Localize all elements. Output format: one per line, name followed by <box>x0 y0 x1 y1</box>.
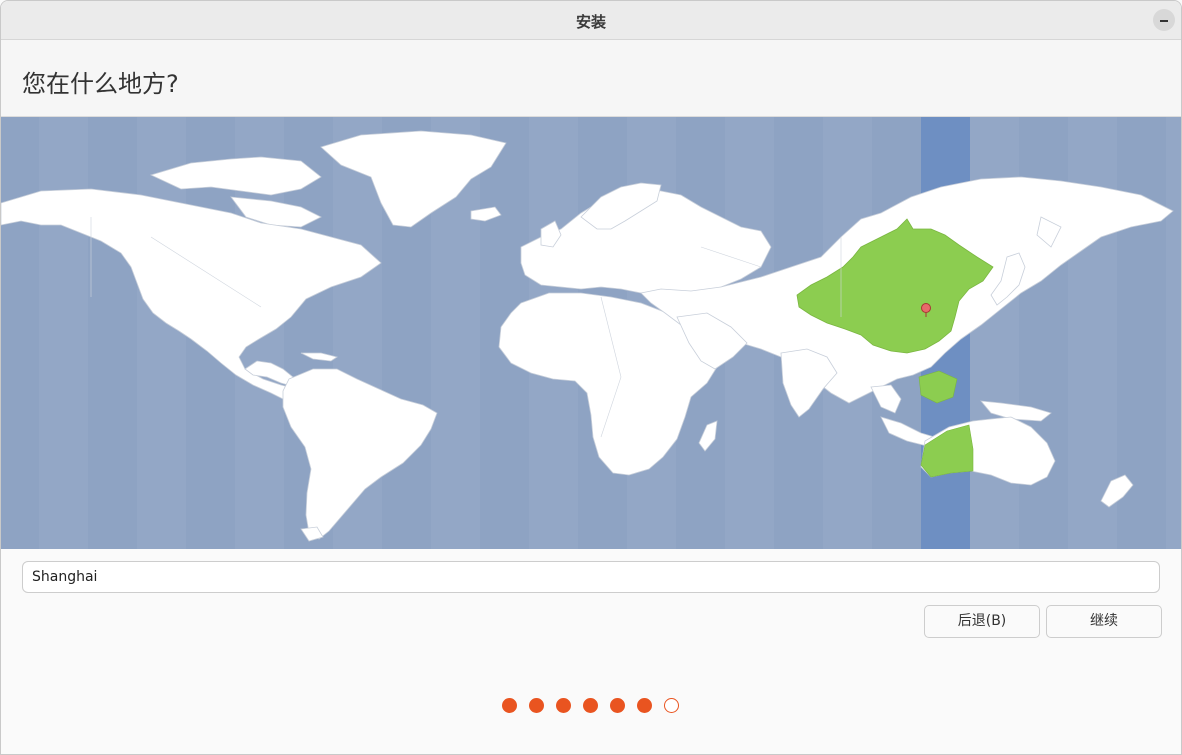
title-bar: 安装 <box>1 1 1181 40</box>
page-header: 您在什么地方? <box>1 40 1181 117</box>
back-button[interactable]: 后退(B) <box>924 605 1040 638</box>
world-map[interactable] <box>1 117 1182 549</box>
minimize-icon <box>1160 20 1168 22</box>
progress-dot <box>610 698 625 713</box>
minimize-button[interactable] <box>1153 9 1175 31</box>
continue-button[interactable]: 继续 <box>1046 605 1162 638</box>
location-input[interactable] <box>22 561 1160 593</box>
progress-dot <box>502 698 517 713</box>
timezone-map[interactable] <box>1 117 1182 549</box>
window-title: 安装 <box>575 13 606 31</box>
progress-dot <box>664 698 679 713</box>
progress-dot <box>556 698 571 713</box>
progress-dot <box>637 698 652 713</box>
progress-dot <box>583 698 598 713</box>
progress-dot <box>529 698 544 713</box>
installer-window: 安装 您在什么地方? Shanghai 后退(B) 继续 <box>0 0 1182 755</box>
page-title: 您在什么地方? <box>22 70 179 98</box>
